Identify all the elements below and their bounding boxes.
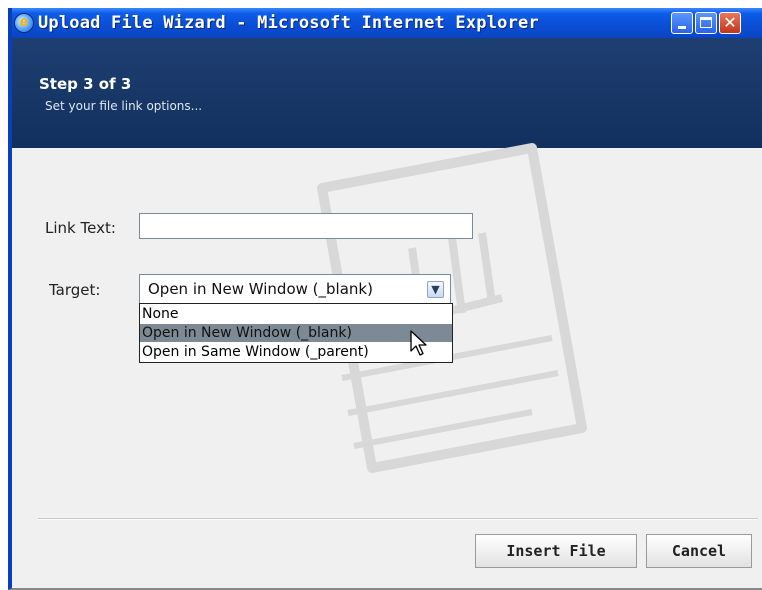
target-label: Target: <box>49 281 101 299</box>
link-text-input[interactable] <box>139 213 473 239</box>
step-indicator: Step 3 of 3 <box>39 75 132 93</box>
window-title: Upload File Wizard - Microsoft Internet … <box>38 13 539 33</box>
step-description: Set your file link options... <box>45 99 203 113</box>
target-selected-value: Open in New Window (_blank) <box>148 280 373 298</box>
close-button[interactable]: ✕ <box>719 12 741 34</box>
option-none[interactable]: None <box>140 305 452 323</box>
option-new-window[interactable]: Open in New Window (_blank) <box>140 324 452 342</box>
footer-divider <box>38 518 758 520</box>
title-bar[interactable]: e Upload File Wizard - Microsoft Interne… <box>12 8 762 38</box>
maximize-icon <box>700 17 712 28</box>
target-dropdown-list: None Open in New Window (_blank) Open in… <box>139 303 453 363</box>
internet-explorer-icon: e <box>14 13 34 33</box>
minimize-button[interactable] <box>671 12 693 34</box>
minimize-icon <box>678 26 686 29</box>
link-text-label: Link Text: <box>45 219 116 237</box>
mouse-pointer-icon <box>410 330 427 356</box>
chevron-down-icon[interactable]: ▼ <box>427 281 444 298</box>
close-icon: ✕ <box>723 13 737 32</box>
cancel-button[interactable]: Cancel <box>646 534 752 568</box>
option-same-window[interactable]: Open in Same Window (_parent) <box>140 343 452 361</box>
insert-file-button[interactable]: Insert File <box>475 534 637 568</box>
ie-window: e Upload File Wizard - Microsoft Interne… <box>8 8 762 590</box>
maximize-button[interactable] <box>695 12 717 34</box>
target-select[interactable]: Open in New Window (_blank) ▼ <box>139 274 451 305</box>
